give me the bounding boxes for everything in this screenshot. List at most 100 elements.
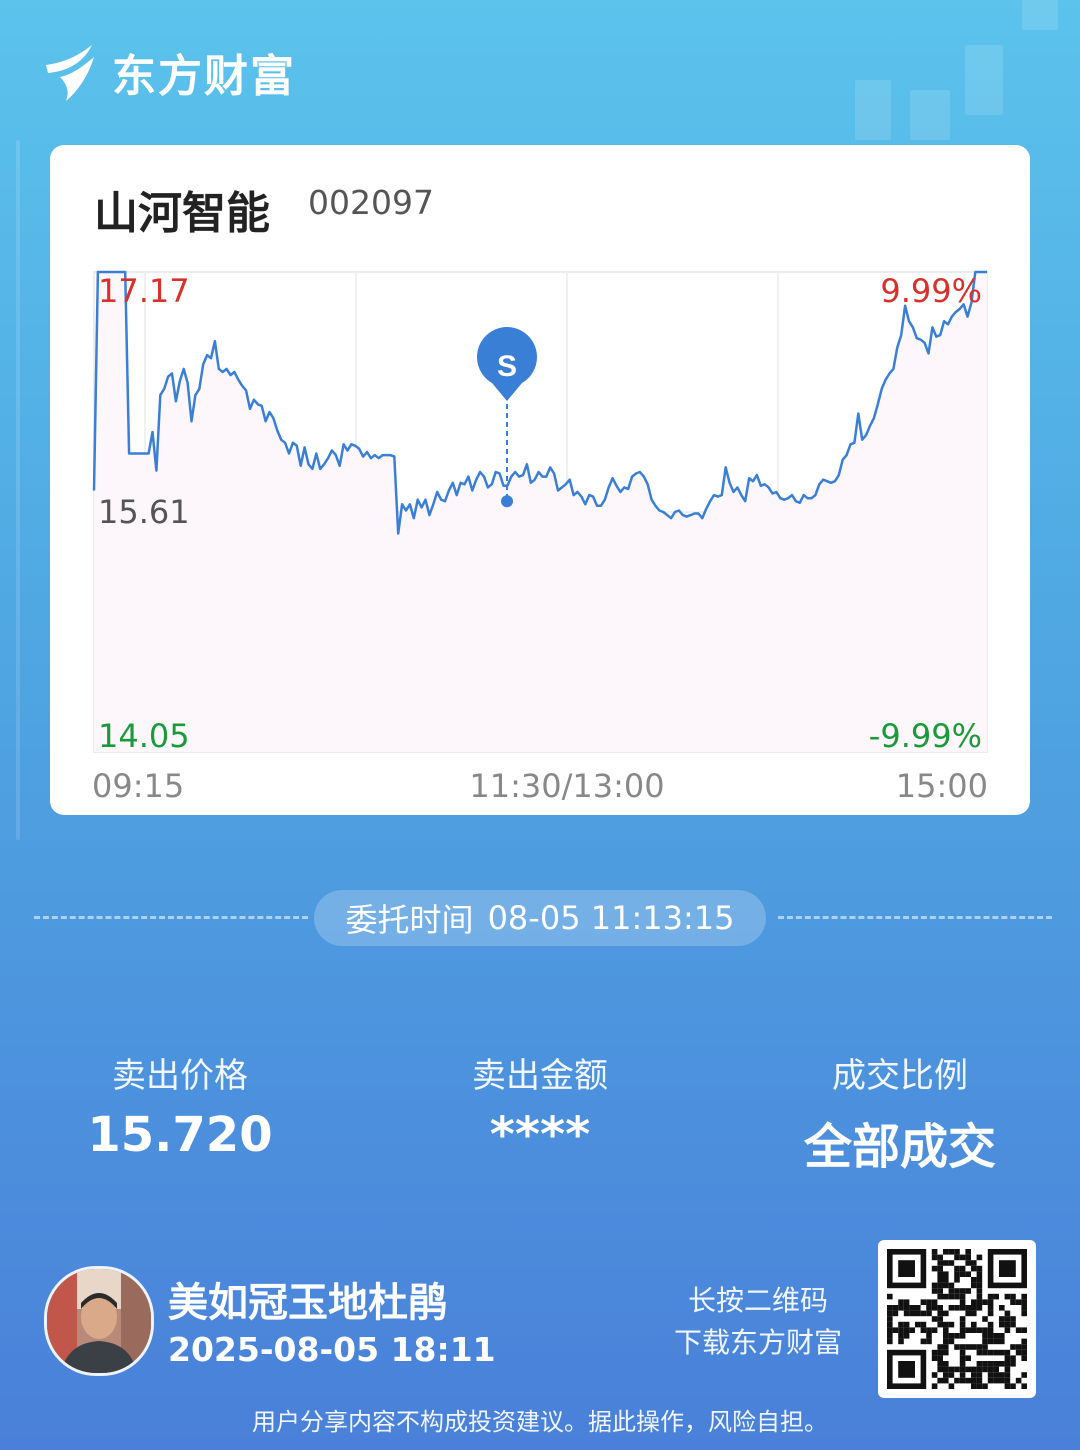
qr-module — [999, 1338, 1005, 1345]
qr-module — [1004, 1361, 1011, 1367]
decor-bar — [855, 80, 891, 140]
qr-module — [937, 1344, 943, 1350]
qr-module — [971, 1372, 977, 1378]
qr-module — [971, 1310, 977, 1317]
qr-module — [931, 1372, 938, 1378]
qr-module — [993, 1293, 999, 1300]
qr-module — [976, 1271, 983, 1277]
qr-module — [1021, 1293, 1027, 1300]
qr-module — [987, 1372, 994, 1378]
qr-module — [987, 1293, 994, 1300]
qr-module — [903, 1310, 910, 1317]
qr-module — [959, 1355, 966, 1361]
qr-module — [937, 1260, 943, 1266]
qr-module — [971, 1305, 977, 1311]
qr-module — [948, 1288, 955, 1294]
qr-module — [931, 1305, 938, 1311]
stat-label: 卖出价格 — [112, 1056, 248, 1096]
stat-sell-price: 卖出价格 15.720 — [30, 1048, 330, 1163]
stat-label: 卖出金额 — [472, 1056, 608, 1096]
qr-module — [915, 1321, 921, 1328]
stat-label: 成交比例 — [832, 1056, 968, 1096]
qr-module — [931, 1288, 938, 1294]
qr-module — [965, 1310, 971, 1317]
qr-module — [909, 1305, 915, 1311]
avatar[interactable] — [44, 1266, 154, 1376]
qr-module — [1004, 1310, 1011, 1317]
qr-code[interactable] — [878, 1240, 1036, 1398]
qr-module — [971, 1327, 977, 1333]
qr-module — [943, 1372, 949, 1378]
qr-module — [959, 1372, 966, 1378]
qr-module — [965, 1288, 971, 1294]
qr-module — [971, 1366, 977, 1373]
x-tick-midday: 11:30/13:00 — [469, 767, 664, 805]
qr-module — [1015, 1377, 1022, 1384]
qr-module — [943, 1338, 949, 1345]
qr-module — [943, 1344, 949, 1350]
qr-module — [965, 1271, 971, 1277]
qr-module — [903, 1333, 910, 1339]
qr-module — [993, 1377, 999, 1384]
qr-module — [987, 1366, 994, 1373]
qr-module — [999, 1349, 1005, 1356]
qr-module — [903, 1327, 910, 1333]
qr-module — [943, 1293, 949, 1300]
y-label-high: 17.17 — [98, 272, 190, 310]
qr-module — [937, 1377, 943, 1384]
qr-module — [931, 1299, 938, 1305]
price-area — [94, 272, 987, 752]
qr-module — [920, 1338, 927, 1345]
pct-label-low: -9.99% — [869, 717, 982, 755]
qr-module — [943, 1327, 949, 1333]
qr-module — [926, 1333, 932, 1339]
qr-module — [1004, 1383, 1011, 1389]
qr-module — [993, 1372, 999, 1378]
qr-module — [1021, 1299, 1027, 1305]
qr-module — [993, 1333, 999, 1339]
qr-finder — [898, 1361, 915, 1378]
qr-module — [976, 1327, 983, 1333]
qr-module — [937, 1316, 943, 1322]
qr-module — [1021, 1355, 1027, 1361]
qr-module — [937, 1293, 943, 1300]
qr-module — [971, 1344, 977, 1350]
sell-marker-dot — [501, 495, 513, 508]
qr-module — [954, 1333, 960, 1339]
qr-module — [959, 1321, 966, 1328]
qr-module — [948, 1383, 955, 1389]
qr-module — [982, 1333, 988, 1339]
qr-module — [909, 1327, 915, 1333]
qr-module — [937, 1361, 943, 1367]
qr-module — [898, 1333, 904, 1339]
qr-module — [1021, 1327, 1027, 1333]
qr-module — [976, 1254, 983, 1261]
qr-module — [937, 1305, 943, 1311]
qr-module — [887, 1338, 893, 1345]
qr-module — [987, 1299, 994, 1305]
qr-module — [931, 1383, 938, 1389]
qr-module — [948, 1260, 955, 1266]
qr-module — [948, 1372, 955, 1378]
share-datetime: 2025-08-05 18:11 — [168, 1330, 496, 1369]
qr-module — [948, 1333, 955, 1339]
qr-module — [931, 1355, 938, 1361]
qr-module — [959, 1288, 966, 1294]
qr-module — [976, 1305, 983, 1311]
qr-module — [982, 1349, 988, 1356]
qr-module — [993, 1366, 999, 1373]
avatar-photo-icon — [47, 1269, 151, 1373]
qr-module — [887, 1305, 893, 1311]
qr-module — [915, 1310, 921, 1317]
qr-module — [976, 1293, 983, 1300]
qr-module — [898, 1338, 904, 1345]
qr-module — [1010, 1344, 1016, 1350]
qr-module — [959, 1254, 966, 1261]
qr-module — [937, 1288, 943, 1294]
qr-module — [982, 1316, 988, 1322]
qr-module — [965, 1377, 971, 1384]
qr-module — [948, 1282, 955, 1289]
qr-module — [920, 1310, 927, 1317]
qr-module — [948, 1321, 955, 1328]
qr-module — [976, 1299, 983, 1305]
